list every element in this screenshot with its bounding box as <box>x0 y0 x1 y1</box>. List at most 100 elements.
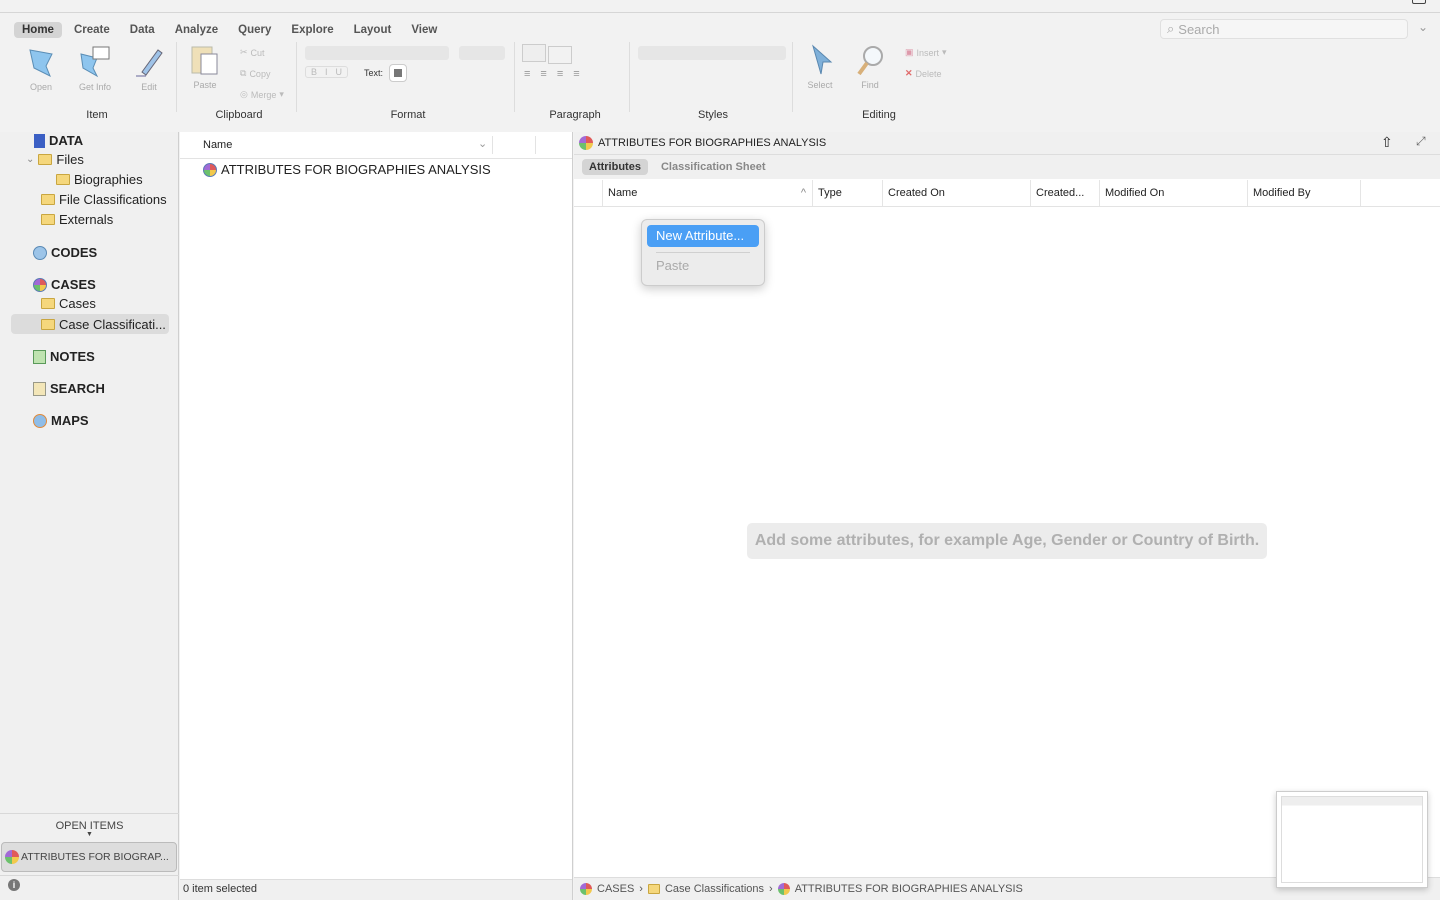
column-header-created-on[interactable]: Created On <box>882 180 1030 206</box>
font-size-select[interactable] <box>459 46 505 60</box>
sidebar-item-codes[interactable]: CODES <box>33 245 97 260</box>
sidebar-label: NOTES <box>50 349 95 364</box>
sidebar-label: Cases <box>59 296 96 311</box>
tab-query[interactable]: Query <box>230 22 279 38</box>
clipboard-group-label: Clipboard <box>215 109 263 121</box>
edit-button[interactable]: Edit <box>132 46 166 92</box>
tab-layout[interactable]: Layout <box>346 22 400 38</box>
insert-button[interactable]: ▣ Insert ▾ <box>905 47 947 58</box>
sidebar-item-files[interactable]: ⌄ Files <box>26 152 84 167</box>
italic-button[interactable]: I <box>325 67 328 77</box>
tab-create[interactable]: Create <box>66 22 118 38</box>
align-left-icon[interactable]: ≡ <box>524 68 530 80</box>
info-icon[interactable]: i <box>8 879 20 891</box>
breadcrumb-cases[interactable]: CASES <box>597 883 634 895</box>
underline-button[interactable]: U <box>336 67 343 77</box>
expand-icon[interactable]: ⤢ <box>1416 134 1426 149</box>
merge-button[interactable]: ◎ Merge ▾ <box>240 89 284 100</box>
delete-button[interactable]: ✕ Delete <box>905 68 942 79</box>
menu-item-paste[interactable]: Paste <box>642 258 764 273</box>
find-label: Find <box>861 80 879 90</box>
classification-folder-icon <box>41 318 55 330</box>
select-button[interactable]: Select <box>802 44 838 90</box>
classification-list-pane: Name ⌄ ATTRIBUTES FOR BIOGRAPHIES ANALYS… <box>180 132 573 900</box>
classification-icon <box>203 162 217 177</box>
outdent-button[interactable] <box>522 44 546 62</box>
classification-icon <box>579 136 593 150</box>
codes-icon <box>33 245 47 260</box>
paste-button[interactable]: Paste <box>186 44 224 90</box>
open-label: Open <box>29 82 53 92</box>
divider <box>535 136 536 154</box>
cursor-arrow-icon <box>812 44 833 75</box>
align-right-icon[interactable]: ≡ <box>557 68 563 80</box>
search-input[interactable]: ⌕ Search <box>1160 19 1408 39</box>
open-items-toggle[interactable]: OPEN ITEMS ▼ <box>0 820 179 838</box>
titlebar-divider <box>0 12 1440 13</box>
justify-icon[interactable]: ≡ <box>573 68 579 80</box>
cases-icon <box>33 277 47 292</box>
sidebar-item-maps[interactable]: MAPS <box>33 413 89 428</box>
align-center-icon[interactable]: ≡ <box>540 68 546 80</box>
sidebar-item-notes[interactable]: NOTES <box>33 349 95 364</box>
tab-home[interactable]: Home <box>14 22 62 38</box>
folder-icon <box>56 174 70 185</box>
column-header-name[interactable]: Name ^ <box>602 180 812 206</box>
sidebar-label: DATA <box>49 133 84 148</box>
breadcrumb-current[interactable]: ATTRIBUTES FOR BIOGRAPHIES ANALYSIS <box>795 883 1023 895</box>
window-thumbnail-preview[interactable] <box>1276 791 1428 888</box>
chat-icon[interactable] <box>1412 0 1426 4</box>
get-info-button[interactable]: Get Info <box>74 46 116 92</box>
folder-icon <box>647 884 660 894</box>
triangle-down-icon: ▼ <box>86 831 93 838</box>
cut-button[interactable]: ✂ Cut <box>240 47 265 58</box>
detail-tabs: Attributes Classification Sheet <box>574 155 1440 179</box>
bold-button[interactable]: B <box>311 67 317 77</box>
indent-button[interactable] <box>548 46 572 64</box>
delete-label: Delete <box>915 68 942 79</box>
share-icon[interactable]: ⇧ <box>1381 134 1393 151</box>
column-header-modified-on[interactable]: Modified On <box>1099 180 1247 206</box>
sidebar-item-data[interactable]: DATA <box>34 133 83 148</box>
list-item[interactable]: ATTRIBUTES FOR BIOGRAPHIES ANALYSIS <box>203 162 491 177</box>
chevron-right-icon: › <box>639 883 643 895</box>
sidebar-label: File Classifications <box>59 192 167 207</box>
alignment-buttons: ≡ ≡ ≡ ≡ <box>524 68 580 80</box>
dropdown-arrow-icon: ▾ <box>279 89 284 99</box>
font-select[interactable] <box>305 46 449 60</box>
tab-explore[interactable]: Explore <box>283 22 341 38</box>
copy-button[interactable]: ⧉ Copy <box>240 68 270 79</box>
chevron-down-icon[interactable]: ⌄ <box>1418 20 1428 34</box>
sidebar-item-file-classifications[interactable]: File Classifications <box>41 192 167 207</box>
column-header-type[interactable]: Type <box>812 180 882 206</box>
tab-data[interactable]: Data <box>122 22 163 38</box>
tab-analyze[interactable]: Analyze <box>167 22 226 38</box>
menu-item-new-attribute[interactable]: New Attribute... <box>647 225 759 247</box>
chevron-down-icon[interactable]: ⌄ <box>26 154 34 165</box>
clipboard-icon <box>191 46 218 75</box>
column-header-name[interactable]: Name <box>203 139 232 151</box>
styles-select[interactable] <box>638 46 786 60</box>
column-header-created-by[interactable]: Created... <box>1030 180 1099 206</box>
sidebar-item-search[interactable]: SEARCH <box>33 381 105 396</box>
sidebar-item-externals[interactable]: Externals <box>41 212 113 227</box>
open-button[interactable]: Open <box>22 46 60 92</box>
chevron-down-icon[interactable]: ⌄ <box>478 137 487 150</box>
text-color-button[interactable] <box>389 64 407 82</box>
tab-attributes[interactable]: Attributes <box>582 159 648 175</box>
open-item-tab[interactable]: ATTRIBUTES FOR BIOGRAP... <box>1 842 177 872</box>
sidebar-label: Externals <box>59 212 114 227</box>
search-icon: ⌕ <box>1167 21 1175 36</box>
column-header-modified-by[interactable]: Modified By <box>1247 180 1361 206</box>
sidebar-label: Files <box>56 152 84 167</box>
sidebar-item-cases[interactable]: CASES <box>33 277 96 292</box>
sidebar-label: Case Classificati... <box>59 316 166 332</box>
sidebar-item-biographies[interactable]: Biographies <box>56 172 143 187</box>
tab-classification-sheet[interactable]: Classification Sheet <box>654 159 773 175</box>
sidebar-item-case-classifications[interactable]: Case Classificati... <box>11 314 169 334</box>
find-button[interactable]: Find <box>852 44 888 90</box>
sidebar-item-cases-folder[interactable]: Cases <box>41 296 96 311</box>
divider <box>0 875 179 876</box>
breadcrumb-case-classifications[interactable]: Case Classifications <box>665 883 764 895</box>
tab-view[interactable]: View <box>403 22 445 38</box>
